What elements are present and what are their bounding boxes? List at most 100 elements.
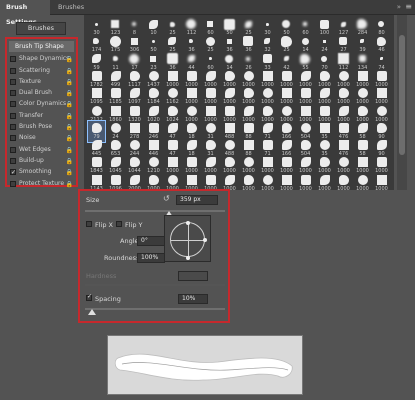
spacing-slider-track[interactable] (85, 308, 225, 310)
angle-field[interactable]: 0° (137, 236, 165, 246)
brush-tip-shape (263, 105, 273, 116)
brush-setting-checkbox[interactable] (10, 101, 16, 108)
brush-tip-shape (111, 70, 121, 81)
brush-setting-item[interactable]: Protect Texture 🔒 (7, 178, 76, 189)
brush-tip-shape (225, 54, 233, 63)
brush-tip-shape (168, 122, 178, 133)
brush-size-label: 1000 (261, 185, 274, 192)
brush-setting-checkbox[interactable] (10, 167, 16, 178)
brush-preset[interactable]: 1000 (354, 173, 371, 194)
brush-tip-grid: 30 123 8 10 25 112 60 50 25 30 50 60 100 127 284 80 174 1… (84, 15, 394, 192)
reset-size-icon[interactable]: ↺ (163, 194, 170, 203)
brush-tip-shape (168, 37, 176, 46)
spacing-checkbox[interactable] (86, 293, 92, 301)
brush-setting-item[interactable]: Shape Dynamics 🔒 (7, 53, 76, 64)
brush-setting-checkbox[interactable] (10, 56, 16, 63)
brushes-button[interactable]: Brushes (16, 22, 66, 35)
brush-tip-shape (377, 157, 387, 168)
brush-setting-checkbox[interactable] (10, 67, 16, 74)
scrollbar-thumb[interactable] (399, 35, 405, 155)
brush-tip-shape (149, 105, 159, 116)
brush-setting-item[interactable]: Wet Edges 🔒 (7, 144, 76, 155)
lock-icon[interactable]: 🔒 (66, 179, 73, 190)
brush-tip-shape (130, 122, 140, 133)
brush-tip-shape (244, 105, 254, 116)
brush-setting-item[interactable]: Texture 🔒 (7, 76, 76, 87)
roundness-field[interactable]: 100% (137, 253, 165, 263)
brush-setting-item[interactable]: Dual Brush 🔒 (7, 87, 76, 98)
brush-setting-checkbox[interactable] (10, 124, 16, 131)
brush-tip-shape (168, 105, 178, 116)
flip-x-checkbox[interactable] (86, 221, 92, 227)
brush-setting-item[interactable]: Smoothing🔒 (7, 166, 76, 178)
brush-preset[interactable]: 1000 (373, 173, 390, 194)
brush-tip-shape (109, 35, 121, 47)
brush-setting-label: Scattering (19, 66, 50, 74)
brush-tip-shape (111, 20, 119, 28)
brush-tip-shape (263, 122, 273, 133)
brush-tip-shape (149, 157, 159, 168)
brush-setting-checkbox[interactable] (10, 78, 16, 85)
brush-tip-shape (262, 54, 272, 64)
brush-tip-shape (206, 122, 216, 133)
brush-setting-label: Color Dynamics (19, 100, 67, 108)
brush-preset[interactable]: 1000 (316, 173, 333, 194)
angle-handle[interactable] (203, 238, 207, 242)
brush-setting-item[interactable]: Brush Pose 🔒 (7, 121, 76, 132)
tab-brush-settings[interactable]: Brush Settings (0, 0, 50, 26)
brush-setting-item[interactable]: Scattering 🔒 (7, 65, 76, 76)
brush-tip-shape (223, 18, 235, 30)
brush-setting-item[interactable]: Build-up 🔒 (7, 155, 76, 166)
brush-setting-label: Brush Pose (19, 123, 53, 131)
brush-tip-shape (225, 174, 235, 185)
brush-tip-shape (358, 122, 368, 133)
brush-setting-label: Build-up (19, 156, 44, 164)
brush-setting-checkbox[interactable] (10, 157, 16, 164)
brush-size-label: 1000 (356, 185, 369, 192)
brush-tip-shape (225, 70, 235, 81)
brush-tip-shape (358, 70, 368, 81)
brush-tip-shape (166, 53, 178, 65)
brush-setting-item[interactable]: Brush Tip Shape (9, 41, 74, 53)
brush-setting-checkbox[interactable] (10, 90, 16, 97)
brush-size-label: 1000 (375, 185, 388, 192)
brush-setting-checkbox[interactable] (10, 112, 16, 119)
spacing-slider-thumb[interactable] (88, 309, 96, 315)
size-field[interactable]: 359 px (176, 195, 218, 205)
panel-menu-icon[interactable]: ≡ (405, 2, 412, 11)
brush-setting-checkbox[interactable] (10, 135, 16, 142)
brush-tip-shape (149, 122, 159, 133)
brush-tip-shape (339, 140, 349, 151)
hardness-slider-track (85, 284, 225, 286)
brush-preset[interactable]: 1000 (278, 173, 295, 194)
brush-tip-shape (149, 88, 159, 99)
brush-setting-item[interactable]: Transfer 🔒 (7, 110, 76, 121)
tab-brushes[interactable]: Brushes (52, 0, 86, 15)
brush-tip-shape (150, 55, 156, 62)
angle-roundness-widget[interactable] (170, 221, 207, 260)
brush-tip-shape (377, 105, 387, 116)
brush-tip-shape (189, 39, 193, 44)
brush-tip-shape (339, 122, 349, 133)
roundness-handle-bottom[interactable] (186, 256, 190, 260)
brush-grid-scrollbar[interactable] (397, 15, 407, 190)
brush-setting-item[interactable]: Noise 🔒 (7, 132, 76, 143)
collapse-icon[interactable]: » (397, 3, 401, 11)
size-label: Size (86, 196, 100, 204)
brush-setting-checkbox[interactable] (10, 180, 16, 187)
flip-y-checkbox[interactable] (116, 221, 122, 227)
brush-setting-checkbox[interactable] (10, 146, 16, 153)
brush-preset[interactable]: 1000 (297, 173, 314, 194)
brush-preset[interactable]: 1000 (259, 173, 276, 194)
brush-tip-shape (282, 88, 292, 99)
brush-preset[interactable]: 1000 (335, 173, 352, 194)
brush-preset[interactable]: 1000 (240, 173, 257, 194)
brush-size-label: 1000 (318, 185, 331, 192)
brush-tip-shape (206, 157, 216, 168)
brush-setting-item[interactable]: Color Dynamics 🔒 (7, 98, 76, 109)
spacing-field[interactable]: 10% (178, 294, 208, 304)
brush-tip-shape (206, 70, 216, 81)
roundness-handle-top[interactable] (186, 221, 190, 225)
brush-tip-shape (263, 70, 273, 81)
size-slider-track[interactable] (85, 210, 225, 212)
